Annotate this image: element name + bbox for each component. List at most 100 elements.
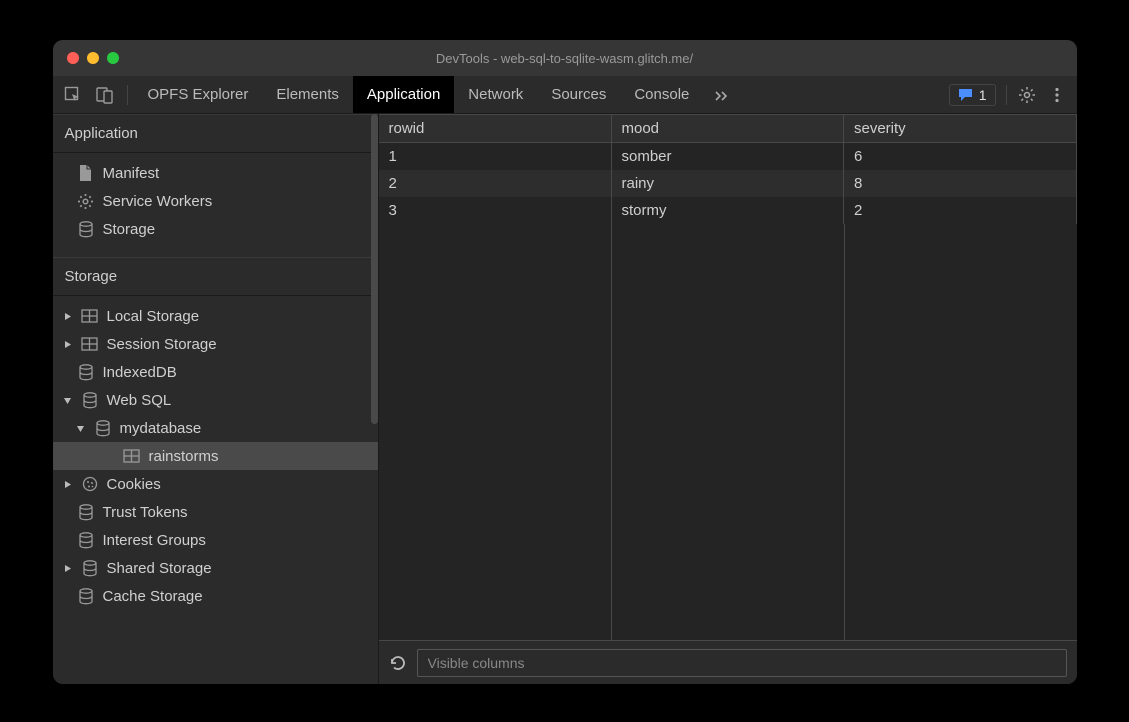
tree-item-indexeddb[interactable]: IndexedDB: [53, 358, 378, 386]
close-window-button[interactable]: [67, 52, 79, 64]
chevron-right-icon[interactable]: [63, 563, 73, 573]
table-cell: stormy: [611, 197, 844, 224]
column-header-mood[interactable]: mood: [611, 115, 844, 143]
content: rowidmoodseverity 1somber62rainy83stormy…: [379, 114, 1077, 684]
traffic-lights: [67, 52, 119, 64]
table-row[interactable]: 1somber6: [379, 143, 1077, 171]
more-menu-icon[interactable]: [1047, 85, 1067, 105]
db-icon: [77, 363, 95, 381]
table-cell: 1: [379, 143, 612, 171]
db-icon: [81, 391, 99, 409]
window-title: DevTools - web-sql-to-sqlite-wasm.glitch…: [436, 51, 693, 66]
grid-icon: [81, 335, 99, 353]
column-filler: [612, 224, 845, 640]
tree-item-label: Trust Tokens: [103, 504, 188, 521]
tab-overflow-button[interactable]: [703, 87, 739, 103]
tree-item-trust-tokens[interactable]: Trust Tokens: [53, 498, 378, 526]
db-icon: [94, 419, 112, 437]
table-row[interactable]: 2rainy8: [379, 170, 1077, 197]
table-cell: 2: [379, 170, 612, 197]
db-icon: [77, 503, 95, 521]
table-body: 1somber62rainy83stormy2: [379, 143, 1077, 225]
db-icon: [81, 559, 99, 577]
file-icon: [77, 164, 95, 182]
table-cell: 2: [844, 197, 1077, 224]
tree-item-interest-groups[interactable]: Interest Groups: [53, 526, 378, 554]
tree-item-rainstorms[interactable]: rainstorms: [53, 442, 378, 470]
chevron-down-icon[interactable]: [76, 423, 86, 433]
table-filler: [379, 224, 1077, 640]
tree-item-label: mydatabase: [120, 420, 202, 437]
device-toggle-icon[interactable]: [95, 85, 115, 105]
tree-item-label: Cookies: [107, 476, 161, 493]
cookie-icon: [81, 475, 99, 493]
tree-item-web-sql[interactable]: Web SQL: [53, 386, 378, 414]
tree-item-label: Service Workers: [103, 193, 213, 210]
column-header-rowid[interactable]: rowid: [379, 115, 612, 143]
tree-item-label: Web SQL: [107, 392, 172, 409]
table-cell: 6: [844, 143, 1077, 171]
chevron-down-icon[interactable]: [63, 395, 73, 405]
db-icon: [77, 587, 95, 605]
refresh-button[interactable]: [389, 654, 407, 672]
tree-item-cookies[interactable]: Cookies: [53, 470, 378, 498]
tree: Local Storage Session Storage IndexedDB Web…: [53, 296, 378, 624]
tree-item-label: Session Storage: [107, 336, 217, 353]
db-icon: [77, 220, 95, 238]
db-icon: [77, 531, 95, 549]
tree-item-service-workers[interactable]: Service Workers: [53, 187, 378, 215]
visible-columns-input[interactable]: [417, 649, 1067, 677]
devtools-window: DevTools - web-sql-to-sqlite-wasm.glitch…: [53, 40, 1077, 684]
tab-elements[interactable]: Elements: [262, 76, 353, 113]
tree-item-cache-storage[interactable]: Cache Storage: [53, 582, 378, 610]
table-header-row: rowidmoodseverity: [379, 115, 1077, 143]
tree-item-local-storage[interactable]: Local Storage: [53, 302, 378, 330]
issues-badge[interactable]: 1: [949, 84, 996, 106]
tabs: OPFS ExplorerElementsApplicationNetworkS…: [134, 76, 704, 113]
scrollbar[interactable]: [371, 114, 378, 424]
tab-opfs-explorer[interactable]: OPFS Explorer: [134, 76, 263, 113]
tab-network[interactable]: Network: [454, 76, 537, 113]
bottombar: [379, 640, 1077, 684]
toolbar: OPFS ExplorerElementsApplicationNetworkS…: [53, 76, 1077, 114]
column-header-severity[interactable]: severity: [844, 115, 1077, 143]
table-cell: somber: [611, 143, 844, 171]
tree-item-label: IndexedDB: [103, 364, 177, 381]
tab-application[interactable]: Application: [353, 76, 454, 113]
issues-count: 1: [979, 87, 987, 103]
tree-item-manifest[interactable]: Manifest: [53, 159, 378, 187]
chevron-right-icon[interactable]: [63, 479, 73, 489]
tree-item-label: rainstorms: [149, 448, 219, 465]
toolbar-right: 1: [949, 84, 1067, 106]
chevron-right-icon[interactable]: [63, 339, 73, 349]
tree-item-label: Interest Groups: [103, 532, 206, 549]
chevron-right-icon[interactable]: [63, 311, 73, 321]
sidebar: ApplicationManifestService WorkersStorag…: [53, 114, 379, 684]
tree-item-storage[interactable]: Storage: [53, 215, 378, 243]
gear-icon: [77, 192, 95, 210]
tree-item-label: Manifest: [103, 165, 160, 182]
table-cell: rainy: [611, 170, 844, 197]
toolbar-left: [63, 85, 128, 105]
tree-item-label: Shared Storage: [107, 560, 212, 577]
tab-console[interactable]: Console: [620, 76, 703, 113]
tree: Manifest Service Workers Storage: [53, 153, 378, 257]
grid-icon: [81, 307, 99, 325]
main: ApplicationManifestService WorkersStorag…: [53, 114, 1077, 684]
table-cell: 3: [379, 197, 612, 224]
section-head-storage: Storage: [53, 257, 378, 296]
tree-item-session-storage[interactable]: Session Storage: [53, 330, 378, 358]
grid-icon: [123, 447, 141, 465]
maximize-window-button[interactable]: [107, 52, 119, 64]
tab-sources[interactable]: Sources: [537, 76, 620, 113]
tree-item-shared-storage[interactable]: Shared Storage: [53, 554, 378, 582]
table-cell: 8: [844, 170, 1077, 197]
settings-icon[interactable]: [1017, 85, 1037, 105]
tree-item-label: Cache Storage: [103, 588, 203, 605]
column-filler: [379, 224, 612, 640]
inspect-element-icon[interactable]: [63, 85, 83, 105]
tree-item-mydatabase[interactable]: mydatabase: [53, 414, 378, 442]
table-row[interactable]: 3stormy2: [379, 197, 1077, 224]
minimize-window-button[interactable]: [87, 52, 99, 64]
tree-item-label: Local Storage: [107, 308, 200, 325]
